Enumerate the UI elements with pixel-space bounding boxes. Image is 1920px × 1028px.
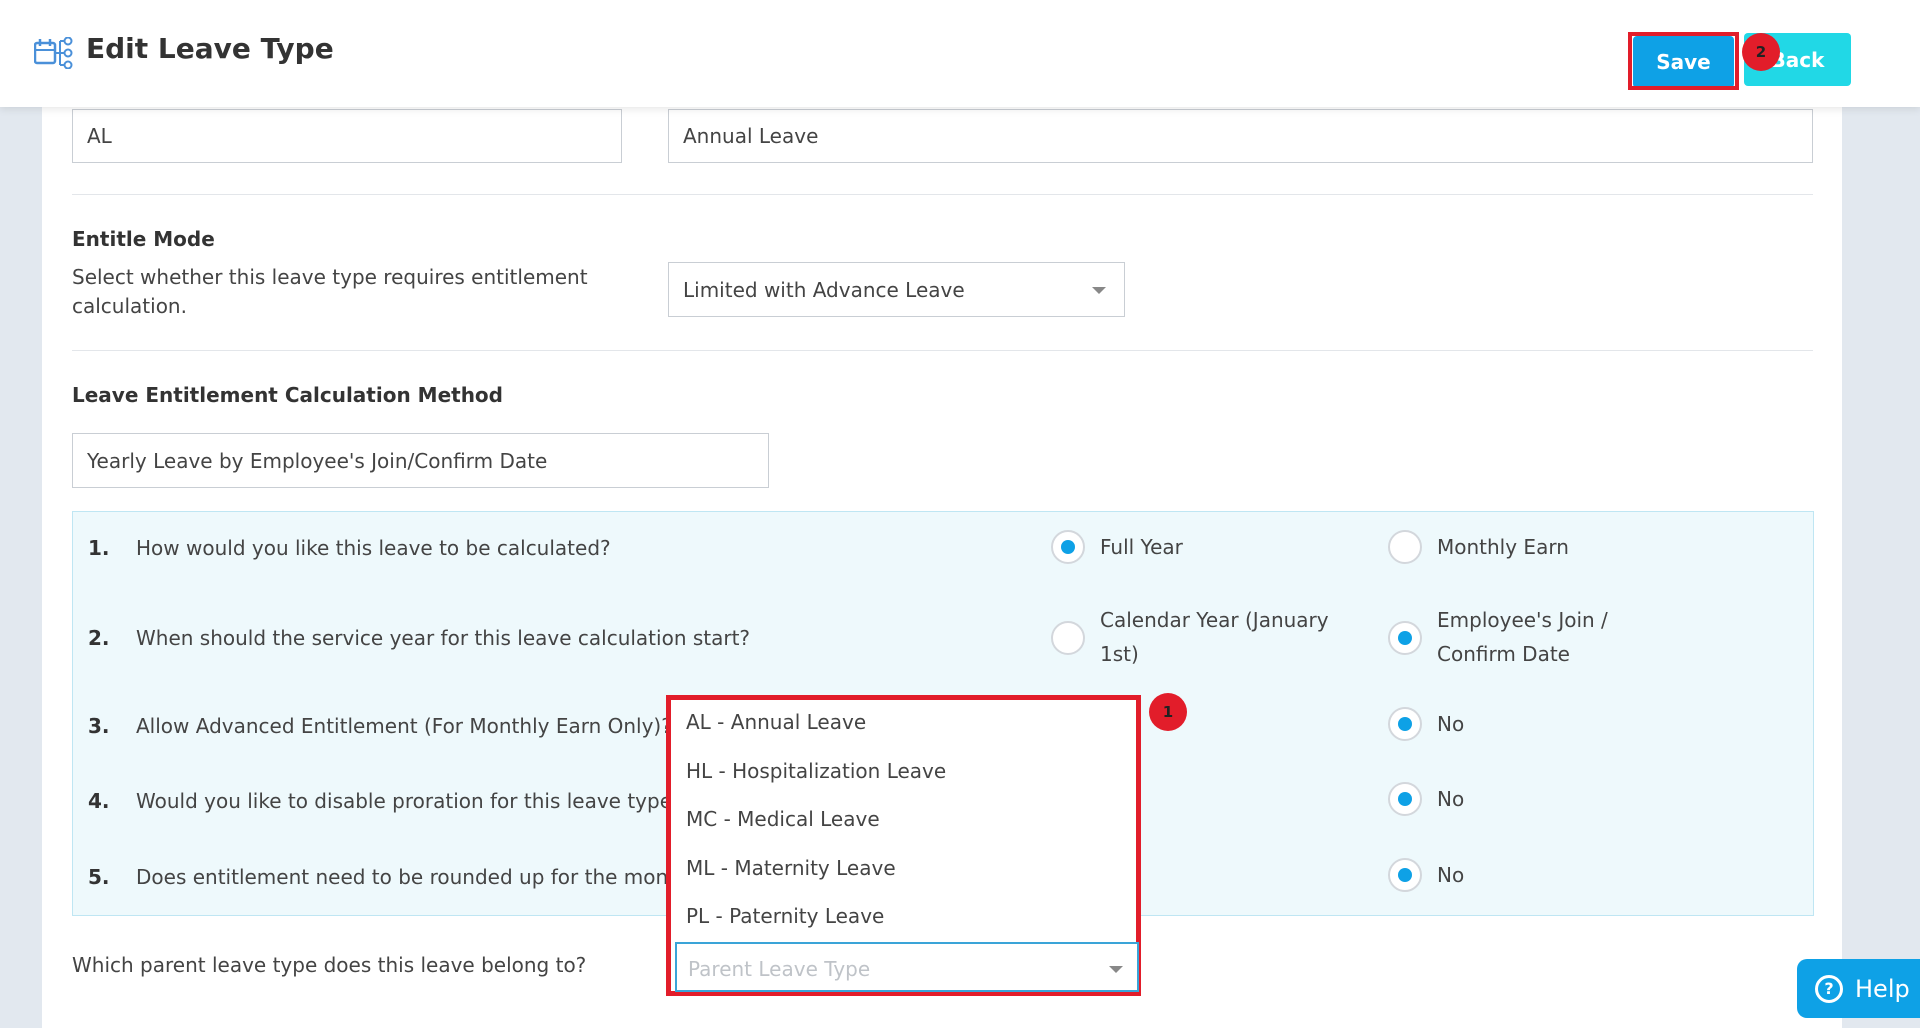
divider — [72, 350, 1813, 351]
chevron-down-icon — [1109, 966, 1123, 973]
question-text: Allow Advanced Entitlement (For Monthly … — [136, 714, 672, 738]
dropdown-option[interactable]: AL - Annual Leave — [686, 710, 866, 734]
leave-code-input[interactable]: AL — [72, 109, 622, 163]
radio-monthly-earn[interactable] — [1388, 530, 1422, 564]
radio-proration-no[interactable] — [1388, 782, 1422, 816]
entitle-mode-value: Limited with Advance Leave — [683, 277, 965, 302]
leave-name-input[interactable]: Annual Leave — [668, 109, 1813, 163]
question-number: 3. — [88, 714, 110, 738]
help-label: Help — [1855, 974, 1910, 1003]
option-label: No — [1437, 863, 1465, 887]
question-number: 2. — [88, 626, 110, 650]
chevron-down-icon — [1092, 287, 1106, 294]
radio-full-year[interactable] — [1051, 530, 1085, 564]
calc-method-heading: Leave Entitlement Calculation Method — [72, 383, 503, 407]
question-icon: ? — [1815, 974, 1843, 1003]
option-label: Full Year — [1100, 535, 1183, 559]
option-label: No — [1437, 787, 1465, 811]
parent-leave-dropdown: AL - Annual Leave HL - Hospitalization L… — [666, 695, 1141, 996]
parent-leave-label: Which parent leave type does this leave … — [72, 953, 587, 977]
entitle-mode-select[interactable]: Limited with Advance Leave — [668, 262, 1125, 317]
question-text: When should the service year for this le… — [136, 626, 751, 650]
question-text: Would you like to disable proration for … — [136, 789, 683, 813]
option-label: No — [1437, 712, 1465, 736]
radio-calendar-year[interactable] — [1051, 621, 1085, 655]
dropdown-option[interactable]: MC - Medical Leave — [686, 807, 880, 831]
parent-leave-select[interactable]: Parent Leave Type — [675, 942, 1139, 992]
entitle-mode-description: Select whether this leave type requires … — [72, 265, 588, 318]
question-text: How would you like this leave to be calc… — [136, 536, 611, 560]
option-label: Monthly Earn — [1437, 535, 1569, 559]
page-title: Edit Leave Type — [86, 32, 334, 65]
divider — [72, 194, 1813, 195]
save-highlight — [1628, 32, 1739, 90]
dropdown-option[interactable]: HL - Hospitalization Leave — [686, 759, 946, 783]
option-label: Employee's Join / Confirm Date — [1437, 608, 1608, 666]
header-bar: Edit Leave Type Back Save 2 — [0, 0, 1920, 107]
option-label: Calendar Year (January 1st) — [1100, 608, 1329, 666]
leave-type-icon — [34, 37, 73, 69]
question-text: Does entitlement need to be rounded up f… — [136, 865, 708, 889]
radio-rounding-no[interactable] — [1388, 858, 1422, 892]
dropdown-option[interactable]: PL - Paternity Leave — [686, 904, 884, 928]
dropdown-option[interactable]: ML - Maternity Leave — [686, 856, 896, 880]
radio-join-confirm-date[interactable] — [1388, 621, 1422, 655]
question-number: 5. — [88, 865, 110, 889]
parent-leave-placeholder: Parent Leave Type — [688, 957, 871, 981]
step-badge-2: 2 — [1742, 33, 1780, 71]
calc-method-field[interactable]: Yearly Leave by Employee's Join/Confirm … — [72, 433, 769, 488]
entitle-mode-heading: Entitle Mode — [72, 227, 215, 251]
question-number: 4. — [88, 789, 110, 813]
radio-advanced-no[interactable] — [1388, 707, 1422, 741]
question-number: 1. — [88, 536, 110, 560]
step-badge-1: 1 — [1149, 693, 1187, 731]
help-button[interactable]: ? Help — [1797, 959, 1920, 1018]
